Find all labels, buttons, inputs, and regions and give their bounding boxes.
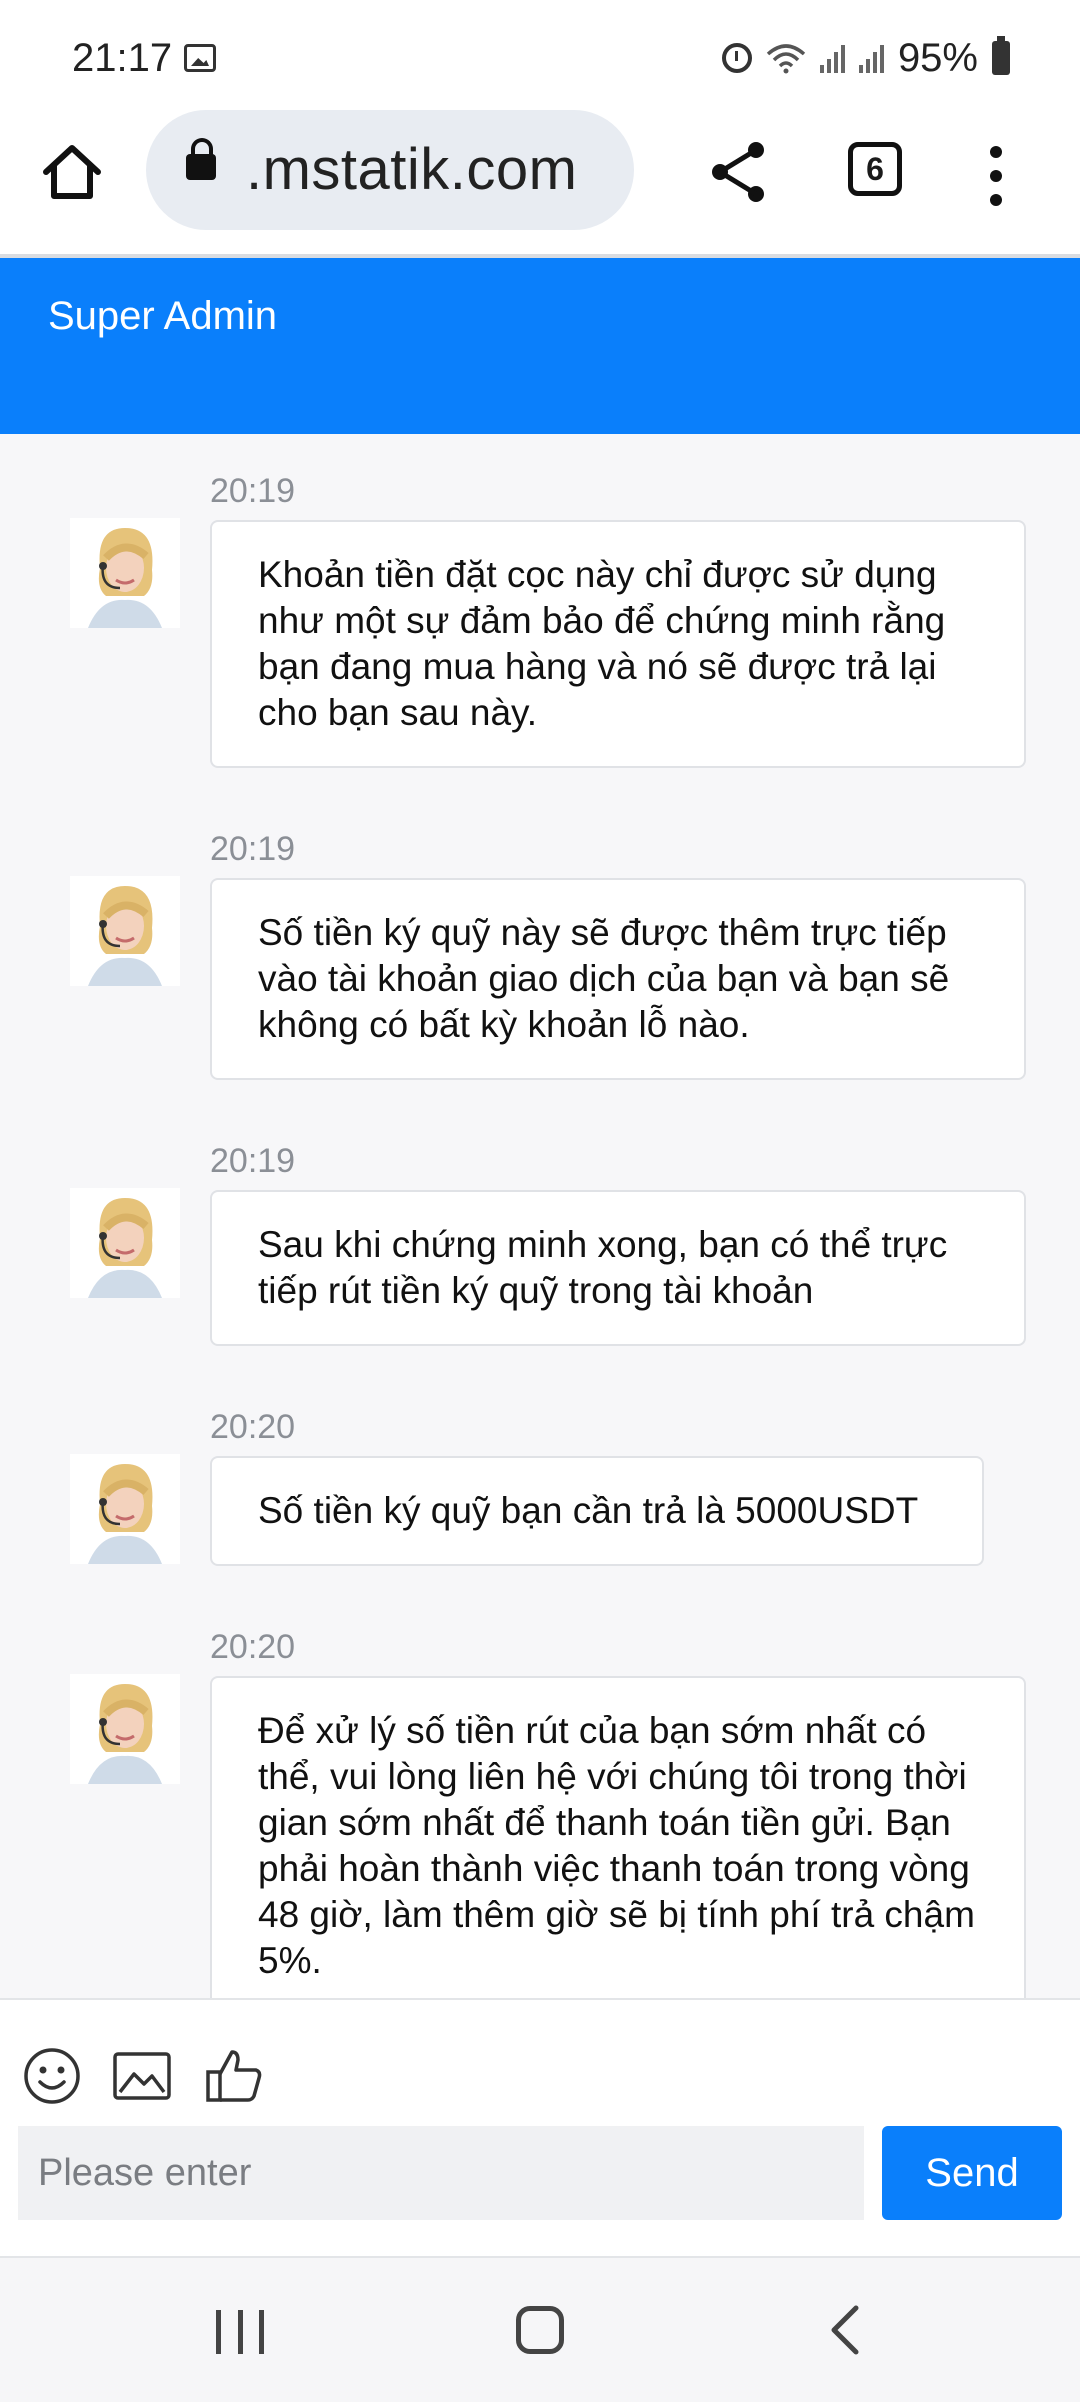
tabs-button[interactable]: 6 — [848, 142, 902, 196]
gallery-icon — [184, 44, 216, 72]
system-navigation-bar — [0, 2256, 1080, 2402]
avatar — [70, 876, 180, 986]
avatar — [70, 1454, 180, 1564]
support-agent-avatar-icon — [70, 518, 180, 628]
avatar — [70, 1188, 180, 1298]
chat-header: Super Admin — [0, 258, 1080, 434]
message-input[interactable] — [18, 2126, 864, 2220]
signal-icon — [858, 43, 884, 73]
support-agent-avatar-icon — [70, 1454, 180, 1564]
chat-title: Super Admin — [48, 294, 278, 338]
avatar — [70, 1674, 180, 1784]
lock-icon — [186, 138, 216, 180]
support-agent-avatar-icon — [70, 1674, 180, 1784]
message-bubble: Số tiền ký quỹ này sẽ được thêm trực tiế… — [210, 878, 1026, 1080]
url-bar[interactable]: .mstatik.com — [146, 110, 634, 230]
message-bubble: Khoản tiền đặt cọc này chỉ được sử dụng … — [210, 520, 1026, 768]
support-agent-avatar-icon — [70, 876, 180, 986]
message-time: 20:20 — [210, 1408, 296, 1446]
alarm-icon — [721, 43, 752, 73]
send-button[interactable]: Send — [882, 2126, 1062, 2220]
message-time: 20:19 — [210, 830, 296, 868]
message-time: 20:19 — [210, 472, 296, 510]
message-list[interactable]: 20:19 Khoản tiền đặt cọc này chỉ được sử… — [0, 434, 1080, 1998]
emoji-icon[interactable] — [22, 2046, 82, 2106]
avatar — [70, 518, 180, 628]
support-agent-avatar-icon — [70, 1188, 180, 1298]
status-icons: 95% — [721, 34, 1010, 82]
image-icon[interactable] — [112, 2046, 172, 2106]
wifi-icon — [766, 44, 806, 74]
message-bubble: Để xử lý số tiền rút của bạn sớm nhất có… — [210, 1676, 1026, 1998]
home-nav-icon[interactable] — [516, 2306, 564, 2354]
home-icon[interactable] — [40, 140, 104, 204]
url-text[interactable]: .mstatik.com — [246, 136, 578, 203]
back-icon[interactable] — [826, 2304, 866, 2356]
battery-icon — [992, 36, 1010, 75]
signal-icon — [819, 43, 845, 73]
battery-level: 95% — [897, 35, 978, 80]
share-icon[interactable] — [710, 140, 768, 204]
thumbs-up-icon[interactable] — [204, 2046, 264, 2106]
message-bubble: Sau khi chứng minh xong, bạn có thể trực… — [210, 1190, 1026, 1346]
more-menu-icon[interactable] — [984, 146, 1008, 206]
recent-apps-icon[interactable] — [216, 2310, 264, 2354]
status-bar: 21:17 95% — [0, 0, 1080, 118]
status-time: 21:17 — [72, 36, 173, 80]
message-composer: Send — [0, 1998, 1080, 2258]
message-bubble: Số tiền ký quỹ bạn cần trả là 5000USDT — [210, 1456, 984, 1566]
message-time: 20:20 — [210, 1628, 296, 1666]
message-time: 20:19 — [210, 1142, 296, 1180]
tab-count: 6 — [866, 151, 884, 187]
